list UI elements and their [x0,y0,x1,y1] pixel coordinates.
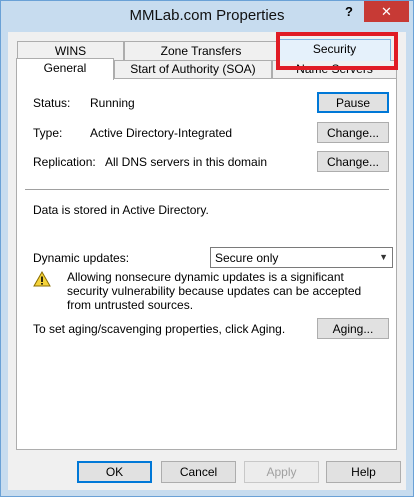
tab-label: General [43,61,87,75]
tab-label: Zone Transfers [160,44,242,58]
change-button-label: Change... [326,154,380,169]
change-button-label: Change... [326,125,380,140]
pause-button[interactable]: Pause [317,92,389,113]
divider [25,189,389,190]
dynamic-updates-value: Secure only [215,251,279,265]
pause-button-label: Pause [335,95,371,110]
replication-change-button[interactable]: Change... [317,151,389,172]
storage-text: Data is stored in Active Directory. [33,203,209,217]
status-label: Status: [33,96,71,110]
dynamic-updates-select[interactable]: Secure only ▼ [210,247,393,268]
dynamic-updates-label: Dynamic updates: [33,251,130,265]
close-button[interactable]: ✕ [364,1,409,22]
warning-icon [33,271,51,287]
replication-value: All DNS servers in this domain [105,155,268,169]
tab-zone-transfers[interactable]: Zone Transfers [124,41,278,61]
type-label: Type: [33,126,63,140]
type-value: Active Directory-Integrated [90,126,233,140]
replication-label: Replication: [33,155,96,169]
cancel-button[interactable]: Cancel [161,461,236,483]
aging-button[interactable]: Aging... [317,318,389,339]
aging-text: To set aging/scavenging properties, clic… [33,322,286,336]
aging-button-label: Aging... [332,321,374,336]
status-value: Running [90,96,135,110]
help-button-label: Help [351,465,376,479]
general-tab-panel: Status: Running Pause Type: Active Direc… [16,78,397,450]
cancel-button-label: Cancel [179,465,218,479]
ok-button[interactable]: OK [77,461,152,483]
tab-security[interactable]: Security [278,39,391,61]
ok-button-label: OK [105,465,124,479]
dialog-client-area: WINS Zone Transfers Security General Sta… [8,32,406,490]
warning-text: Allowing nonsecure dynamic updates is a … [67,270,362,312]
properties-dialog: MMLab.com Properties ? ✕ WINS Zone Trans… [0,0,414,497]
apply-button-label: Apply [266,465,297,479]
tab-label: Start of Authority (SOA) [130,62,256,76]
chevron-down-icon: ▼ [379,252,388,262]
tab-general[interactable]: General [16,58,114,80]
title-bar[interactable]: MMLab.com Properties ? ✕ [1,1,413,32]
type-change-button[interactable]: Change... [317,122,389,143]
apply-button[interactable]: Apply [244,461,319,483]
help-button[interactable]: Help [326,461,401,483]
tab-start-of-authority[interactable]: Start of Authority (SOA) [114,60,272,78]
help-title-button[interactable]: ? [335,1,363,22]
question-icon: ? [345,4,353,19]
tab-label: Name Servers [296,62,373,76]
close-icon: ✕ [381,3,392,19]
tab-name-servers[interactable]: Name Servers [272,60,397,78]
tab-label: WINS [54,44,87,58]
tab-label: Security [312,42,357,56]
